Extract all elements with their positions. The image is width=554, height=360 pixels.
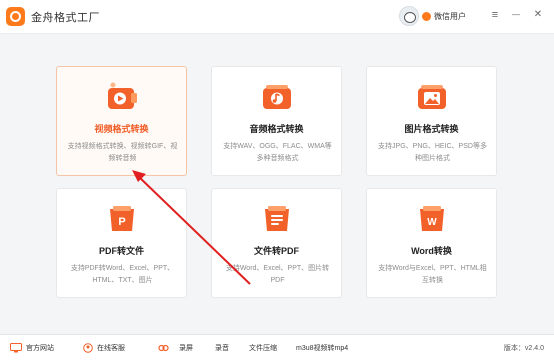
card-description: 支持Word与Excel、PPT、HTML相互转换 <box>378 265 487 284</box>
video-icon <box>107 82 137 109</box>
online-support-link[interactable]: 在线客服 <box>83 342 125 354</box>
record-audio-link[interactable]: 录音 <box>215 342 229 354</box>
title-bar: 金舟格式工厂 微信用户 ≡ — ✕ <box>0 0 554 34</box>
avatar[interactable] <box>399 6 419 26</box>
pdf-to-file-card[interactable]: P PDF转文件 支持PDF转Word、Excel、PPT、HTML、TXT、图… <box>56 188 187 298</box>
minimize-button[interactable]: — <box>508 7 524 23</box>
app-logo <box>6 7 25 26</box>
card-description: 支持PDF转Word、Excel、PPT、HTML、TXT、图片 <box>70 265 175 284</box>
official-website-link[interactable]: 官方网站 <box>10 342 54 354</box>
audio-icon <box>262 85 291 109</box>
link-icon <box>158 344 169 352</box>
close-button[interactable]: ✕ <box>530 7 546 23</box>
record-audio-label: 录音 <box>215 345 229 352</box>
image-icon <box>417 85 446 109</box>
menu-button[interactable]: ≡ <box>487 7 503 23</box>
app-title: 金舟格式工厂 <box>31 12 100 24</box>
file-compress-label: 文件压缩 <box>249 345 277 352</box>
support-icon <box>83 343 93 353</box>
video-convert-card[interactable]: 视频格式转换 支持视频格式转换、视频转GIF、视频转音频 <box>56 66 187 176</box>
record-screen-link[interactable]: 录屏 <box>179 342 193 354</box>
pdf-icon: P <box>109 206 134 231</box>
card-title: PDF转文件 <box>98 246 144 256</box>
version-label: 版本：v2.4.0 <box>503 345 544 352</box>
word-icon: W <box>419 206 444 231</box>
card-title: 图片格式转换 <box>404 124 459 134</box>
file-compress-link[interactable]: 文件压缩 <box>249 342 277 354</box>
card-description: 支持JPG、PNG、HEIC、PSD等多种图片格式 <box>378 143 487 162</box>
record-screen-label: 录屏 <box>179 345 193 352</box>
menu-icon: ≡ <box>491 8 499 21</box>
user-account[interactable]: 微信用户 <box>399 5 466 27</box>
svg-text:P: P <box>118 216 125 228</box>
m3u8-convert-link[interactable]: m3u8视频转mp4 <box>296 342 348 354</box>
footer-bar: 官方网站 在线客服 录屏 录音 文件压缩 m3u8视频转mp4 版本：v2.4.… <box>0 334 554 360</box>
file-to-pdf-card[interactable]: 文件转PDF 支持Word、Excel、PPT、图片转PDF <box>211 188 342 298</box>
document-icon <box>264 206 289 231</box>
card-title: 音频格式转换 <box>249 124 304 134</box>
user-name[interactable]: 微信用户 <box>434 11 466 22</box>
vip-badge-icon <box>422 11 431 21</box>
card-description: 支持视频格式转换、视频转GIF、视频转音频 <box>67 143 178 162</box>
card-description: 支持Word、Excel、PPT、图片转PDF <box>225 265 330 284</box>
online-support-label: 在线客服 <box>97 345 125 352</box>
main-area: 视频格式转换 支持视频格式转换、视频转GIF、视频转音频 音频格式转换 支持WA… <box>0 34 554 334</box>
close-icon: ✕ <box>533 9 543 20</box>
image-convert-card[interactable]: 图片格式转换 支持JPG、PNG、HEIC、PSD等多种图片格式 <box>366 66 497 176</box>
card-title: 文件转PDF <box>253 246 299 256</box>
m3u8-convert-label: m3u8视频转mp4 <box>296 345 349 352</box>
svg-text:W: W <box>427 217 437 228</box>
card-title: 视频格式转换 <box>94 124 149 134</box>
monitor-icon <box>10 343 22 353</box>
card-description: 支持WAV、OGG、FLAC、WMA等多种音频格式 <box>223 143 332 162</box>
official-website-label: 官方网站 <box>26 345 54 352</box>
audio-convert-card[interactable]: 音频格式转换 支持WAV、OGG、FLAC、WMA等多种音频格式 <box>211 66 342 176</box>
link-icon-wrap <box>158 342 173 354</box>
minimize-icon: — <box>512 10 520 19</box>
word-convert-card[interactable]: W Word转换 支持Word与Excel、PPT、HTML相互转换 <box>366 188 497 298</box>
card-title: Word转换 <box>411 246 452 256</box>
